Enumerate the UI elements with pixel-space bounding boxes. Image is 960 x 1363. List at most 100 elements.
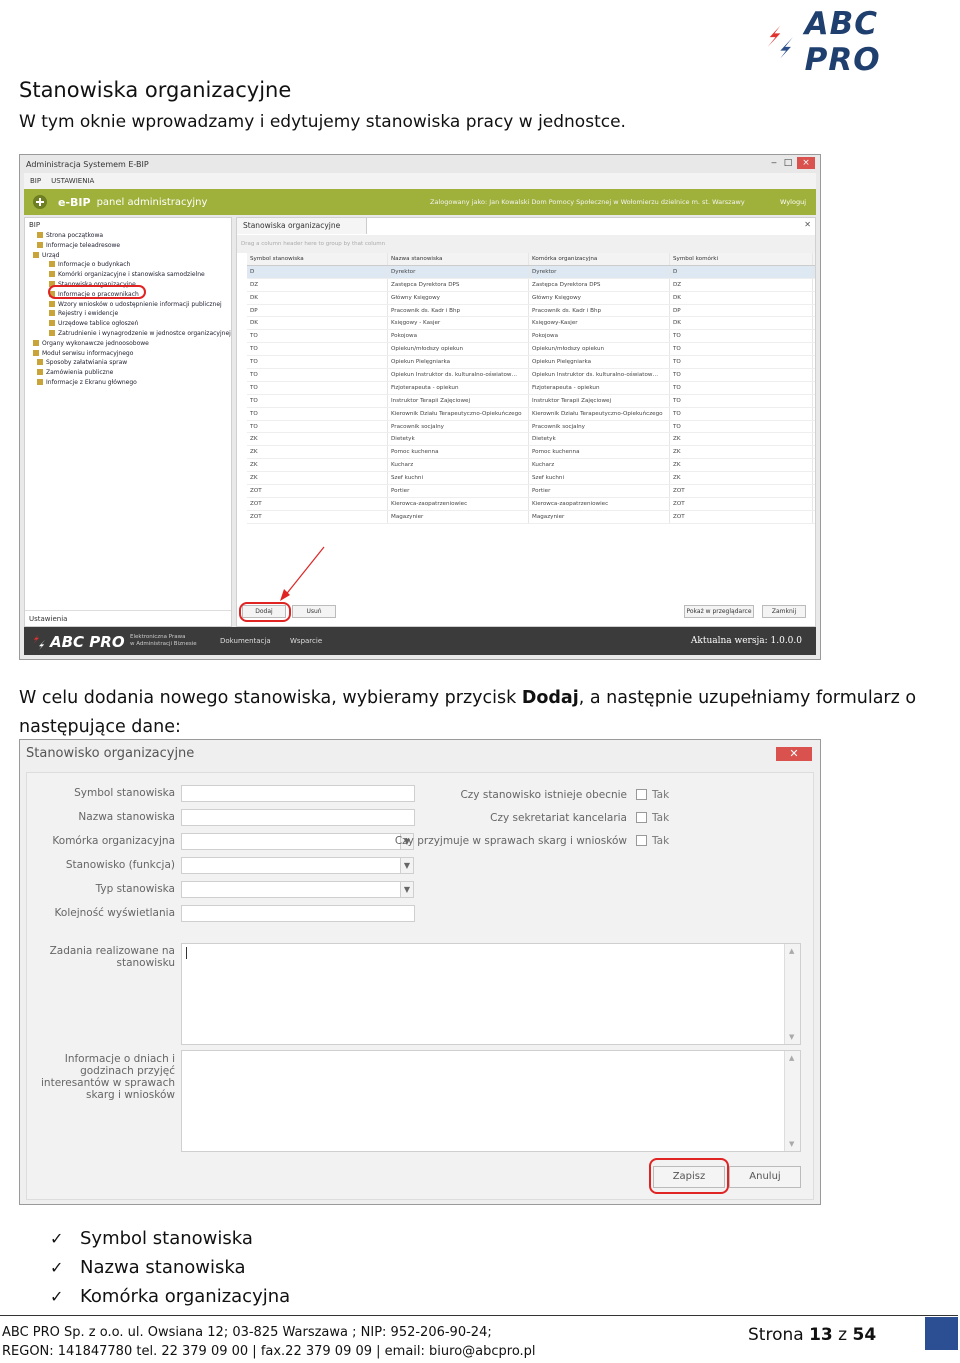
maximize-icon[interactable]: □	[782, 157, 794, 169]
footer-blue-square	[925, 1317, 958, 1350]
order-input[interactable]	[181, 905, 415, 922]
label-complaints: Czy przyjmuje w sprawach skarg i wnioskó…	[394, 835, 627, 847]
name-input[interactable]	[181, 809, 415, 826]
department-select[interactable]	[181, 833, 401, 850]
app-header: e-BIP panel administracyjny Zalogowany j…	[24, 189, 816, 215]
grid-cell: Szef kuchni	[529, 472, 670, 485]
grid-column-header[interactable]: Symbol stanowiska	[247, 253, 388, 265]
office-hours-scrollbar[interactable]: ▲ ▼	[784, 1051, 800, 1151]
table-row[interactable]: TO Opiekun/młodszy opiekun Opiekun/młodszy…	[247, 343, 815, 357]
scroll-up-icon[interactable]: ▲	[789, 1054, 794, 1062]
office-hours-textarea[interactable]: ▲ ▼	[181, 1050, 801, 1152]
menu-item-bip[interactable]: BIP	[30, 177, 41, 185]
grid-cell: ZOT	[670, 485, 813, 497]
table-row[interactable]: DK Księgowy - Kasjer Księgowy-Kasjer DK	[247, 317, 815, 331]
nav-tree-item[interactable]: Sposoby załatwiania spraw	[29, 359, 231, 369]
grid-cell: TO	[670, 343, 813, 356]
scroll-up-icon[interactable]: ▲	[789, 947, 794, 955]
symbol-input[interactable]	[181, 785, 415, 802]
grid-cell: Dyrektor	[388, 265, 529, 278]
nav-tree-item[interactable]: Rejestry i ewidencje	[29, 310, 231, 320]
nav-tree-item[interactable]: Informacje z Ekranu głównego	[29, 378, 231, 389]
tasks-textarea[interactable]: ▲ ▼	[181, 943, 801, 1045]
secretariat-checkbox[interactable]	[636, 812, 647, 823]
grid-column-header[interactable]: Symbol komórki	[670, 253, 813, 265]
grid-column-header[interactable]: Nazwa stanowiska	[388, 253, 529, 265]
nav-tree-item[interactable]: Informacje teleadresowe	[29, 241, 231, 252]
table-row[interactable]: ZK Szef kuchni Szef kuchni ZK	[247, 472, 815, 486]
delete-button[interactable]: Usuń	[292, 605, 336, 618]
nav-panel-footer[interactable]: Ustawienia	[25, 610, 231, 626]
nav-tree-item[interactable]: Zatrudnienie i wynagrodzenie w jednostce…	[29, 329, 231, 340]
grid-cell: ZK	[247, 433, 388, 446]
table-row[interactable]: DP Pracownik ds. Kadr i Bhp Pracownik ds. …	[247, 304, 815, 318]
support-link[interactable]: Wsparcie	[290, 637, 322, 645]
table-row[interactable]: DK Główny Księgowy Główny Księgowy DK	[247, 291, 815, 305]
menu-item-settings[interactable]: USTAWIENIA	[51, 177, 94, 185]
table-row[interactable]: TO Pokojowa Pokojowa TO	[247, 330, 815, 344]
chevron-down-icon[interactable]: ▼	[400, 857, 414, 874]
function-select[interactable]	[181, 857, 401, 874]
tab-close-icon[interactable]: ✕	[804, 220, 811, 229]
table-row[interactable]: TO Opiekun Pielęgniarka Opiekun Pielęgniar…	[247, 356, 815, 370]
label-office-hours: Informacje o dniach i godzinach przyjęć …	[27, 1053, 175, 1101]
grid-cell: Dietetyk	[529, 433, 670, 446]
nav-tree-item[interactable]: Komórki organizacyjne i stanowiska samod…	[29, 271, 231, 281]
chevron-down-icon[interactable]: ▼	[400, 881, 414, 898]
app-footer: ABC PRO Elektroniczna Prawa w Administra…	[24, 627, 816, 655]
table-row[interactable]: ZK Dietetyk Dietetyk ZK	[247, 433, 815, 447]
nav-tree-item[interactable]: Moduł serwisu informacyjnego	[29, 349, 231, 360]
table-row[interactable]: D Dyrektor Dyrektor D	[247, 265, 815, 279]
complaints-checkbox[interactable]	[636, 835, 647, 846]
nav-tree-item[interactable]: Wzory wniosków o udostępnienie informacj…	[29, 300, 231, 311]
folder-icon	[49, 320, 55, 327]
table-row[interactable]: TO Pracownik socjalny Pracownik socjalny TO	[247, 420, 815, 434]
table-row[interactable]: TO Fizjoterapeuta - opiekun Fizjoterapeuta…	[247, 381, 815, 395]
table-row[interactable]: TO Instruktor Terapii Zajęciowej Instrukto…	[247, 394, 815, 408]
cancel-button[interactable]: Anuluj	[729, 1166, 801, 1188]
logout-link[interactable]: Wyloguj	[780, 198, 806, 206]
nav-tree-item[interactable]: Urząd	[29, 251, 231, 262]
close-button[interactable]: Zamknij	[762, 605, 806, 618]
text-cursor	[186, 947, 187, 959]
form-close-button[interactable]: ✕	[776, 747, 812, 761]
type-select[interactable]	[181, 881, 401, 898]
grid-cell: TO	[247, 381, 388, 394]
table-row[interactable]: ZOT Portier Portier ZOT	[247, 485, 815, 498]
label-office-hours-line4: skarg i wniosków	[86, 1089, 175, 1101]
grid-cell: DK	[670, 317, 813, 330]
nav-tree-item[interactable]: Urzędowe tablice ogłoszeń	[29, 320, 231, 330]
position-form-screenshot: Stanowisko organizacyjne ✕ Symbol stanow…	[19, 739, 821, 1205]
preview-button[interactable]: Pokaż w przeglądarce	[684, 605, 754, 618]
grid-cell: TO	[670, 369, 813, 381]
scroll-down-icon[interactable]: ▼	[789, 1033, 794, 1041]
table-row[interactable]: TO Kierownik Działu Terapeutyczno-Opiekuń…	[247, 407, 815, 421]
table-row[interactable]: ZOT Kierowca-zaopatrzeniowiec Kierowca-zao…	[247, 497, 815, 511]
table-row[interactable]: ZK Kucharz Kucharz ZK	[247, 459, 815, 473]
tab-stanowiska[interactable]: Stanowiska organizacyjne	[237, 218, 367, 234]
nav-tree-item[interactable]: Strona początkowa	[29, 232, 231, 242]
exists-checkbox[interactable]	[636, 789, 647, 800]
scroll-down-icon[interactable]: ▼	[789, 1140, 794, 1148]
table-row[interactable]: ZOT Magazynier Magazynier ZOT	[247, 510, 815, 524]
grid-cell: TO	[670, 420, 813, 433]
intro-text: W tym oknie wprowadzamy i edytujemy stan…	[19, 112, 626, 132]
tasks-scrollbar[interactable]: ▲ ▼	[784, 944, 800, 1044]
nav-tree-item[interactable]: Informacje o budynkach	[29, 261, 231, 271]
documentation-link[interactable]: Dokumentacja	[220, 637, 271, 645]
table-row[interactable]: ZK Pomoc kuchenna Pomoc kuchenna ZK	[247, 446, 815, 460]
table-row[interactable]: TO Opiekun Instruktor ds. kulturalno-oświ…	[247, 369, 815, 382]
close-icon[interactable]: ×	[797, 157, 815, 169]
grid-cell: Kucharz	[388, 459, 529, 472]
table-row[interactable]: DZ Zastępca Dyrektora DPS Zastępca Dyrekto…	[247, 278, 815, 292]
minimize-icon[interactable]: ‒	[768, 157, 780, 169]
folder-icon	[33, 339, 39, 346]
nav-tree-item[interactable]: Organy wykonawcze jednoosobowe	[29, 339, 231, 350]
nav-tree-item[interactable]: Zamówienia publiczne	[29, 369, 231, 379]
nav-tree-item-label: Informacje o budynkach	[58, 261, 131, 269]
grid-column-header[interactable]: Komórka organizacyjna	[529, 253, 670, 265]
label-office-hours-line3: interesantów w sprawach	[41, 1077, 175, 1089]
grid-cell: Magazynier	[529, 510, 670, 523]
grid-cell: TO	[670, 330, 813, 343]
grid-cell: D	[670, 265, 813, 278]
